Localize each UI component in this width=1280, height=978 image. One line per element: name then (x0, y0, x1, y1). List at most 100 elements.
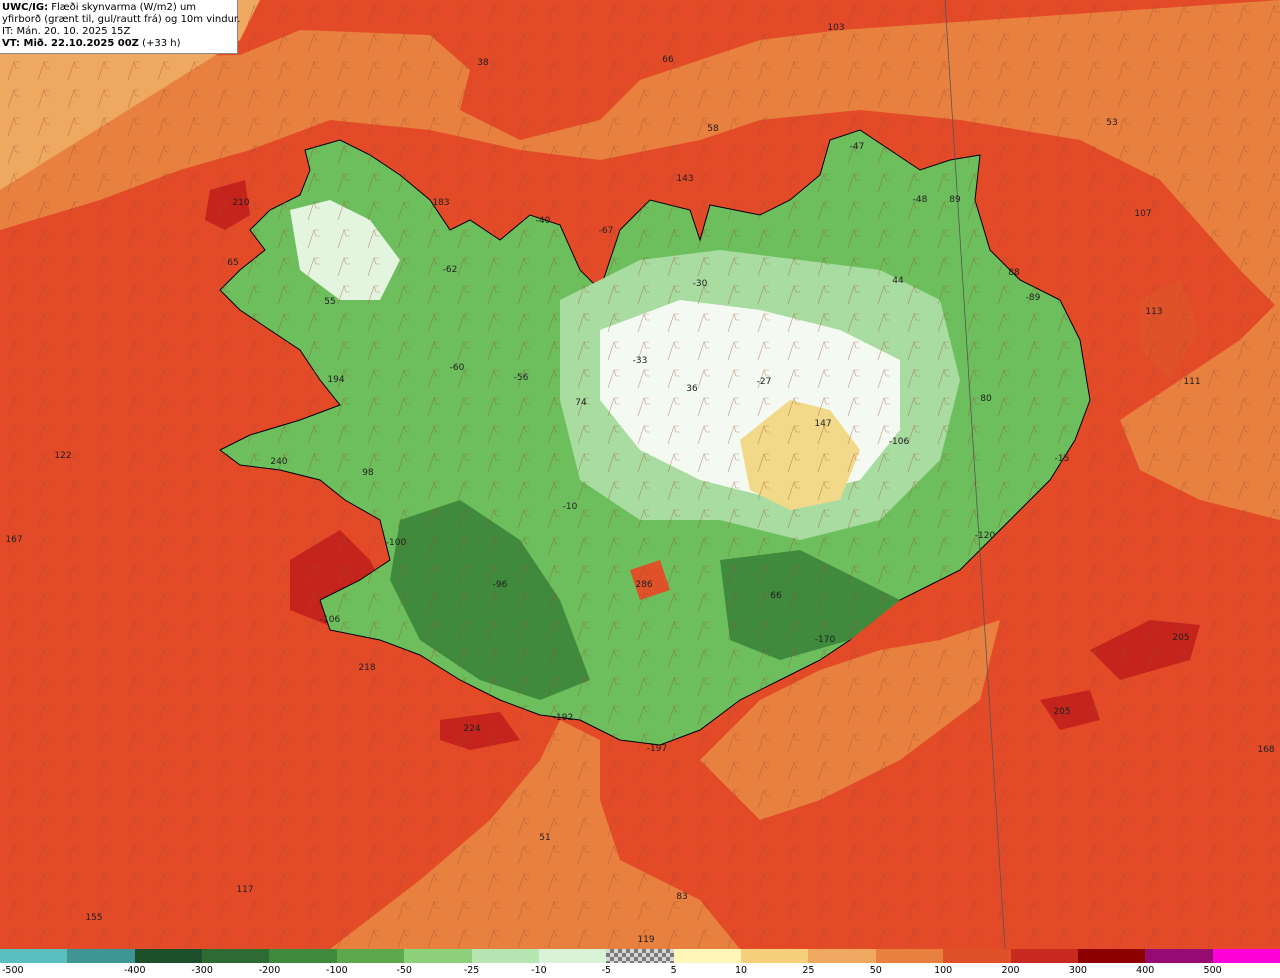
legend-color-cell (808, 949, 877, 963)
flux-value-label: 205 (1053, 707, 1071, 717)
flux-value-label: -96 (492, 580, 508, 590)
legend-color-cell (404, 949, 473, 963)
legend-color-cell (606, 949, 675, 963)
flux-value-label: -192 (552, 713, 574, 723)
flux-value-label: 83 (676, 892, 688, 902)
flux-value-label: -100 (385, 538, 407, 548)
flux-value-label: 224 (463, 724, 481, 734)
flux-value-label: 65 (227, 258, 239, 268)
map-info-box: UWC/IG: Flæði skynvarma (W/m2) um yfirbo… (0, 0, 241, 54)
flux-value-label: 113 (1145, 307, 1163, 317)
legend-color-cell (1077, 949, 1146, 963)
flux-value-label: -10 (562, 502, 578, 512)
flux-value-label: 58 (707, 124, 719, 134)
legend-color-cell (0, 949, 68, 963)
flux-value-label: 107 (1134, 209, 1152, 219)
legend-color-cell (1010, 949, 1079, 963)
flux-value-label: -27 (756, 377, 772, 387)
flux-value-label: 122 (54, 451, 72, 461)
legend-tick-label: 5 (670, 965, 677, 976)
flux-value-label: -170 (814, 635, 836, 645)
flux-value-label: 205 (1172, 633, 1190, 643)
legend-color-cell (202, 949, 270, 963)
legend-color-cell (336, 949, 405, 963)
legend-tick-label: -100 (326, 965, 348, 976)
flux-value-label: 168 (1257, 745, 1275, 755)
valid-time: VT: Mið. 22.10.2025 00Z (2, 38, 139, 49)
flux-value-label: -89 (1025, 293, 1041, 303)
info-line-1: UWC/IG: Flæði skynvarma (W/m2) um (2, 2, 233, 14)
legend-color-cell (1212, 949, 1280, 963)
flux-value-label: 36 (686, 384, 698, 394)
field-title: Flæði skynvarma (W/m2) um (51, 2, 197, 13)
flux-value-label: 38 (477, 58, 489, 68)
field-description: yfirborð (grænt til, gul/rautt frá) og 1… (2, 14, 241, 25)
flux-value-label: 155 (85, 913, 103, 923)
flux-value-label: 80 (980, 394, 992, 404)
flux-value-label: 66 (770, 591, 782, 601)
legend-tick-label: 400 (1136, 965, 1155, 976)
model-label: UWC/IG: (2, 2, 49, 13)
flux-value-label: -106 (888, 437, 910, 447)
flux-value-label: 183 (432, 198, 450, 208)
flux-value-label: 53 (1106, 118, 1118, 128)
legend-tick-label: -10 (531, 965, 547, 976)
legend-tick-label: 25 (802, 965, 815, 976)
legend-tick-label: -50 (396, 965, 412, 976)
flux-value-label: 210 (232, 198, 250, 208)
color-scale-legend: -500 -400 -300 -200 -100 -50 -25 -10 -5 5 10 25 50 10… (0, 949, 1280, 978)
legend-color-cell (741, 949, 809, 963)
flux-value-label: 74 (575, 398, 587, 408)
flux-value-label: -62 (442, 265, 458, 275)
legend-tick-label: -500 (2, 965, 24, 976)
legend-tick-label: -5 (601, 965, 612, 976)
legend-color-cell (269, 949, 338, 963)
flux-value-label: 98 (362, 468, 374, 478)
legend-tick-label: 300 (1068, 965, 1087, 976)
flux-value-label: -120 (974, 531, 996, 541)
flux-value-label: -40 (535, 216, 551, 226)
flux-value-label: -30 (692, 279, 708, 289)
flux-value-label: 194 (327, 375, 345, 385)
legend-color-cell (943, 949, 1012, 963)
flux-value-label: 218 (358, 663, 376, 673)
flux-value-label: 89 (949, 195, 961, 205)
flux-value-label: 240 (270, 457, 288, 467)
legend-color-cell (134, 949, 203, 963)
flux-value-label: 286 (635, 580, 653, 590)
flux-value-label: -56 (513, 373, 529, 383)
flux-value-label: 88 (1008, 268, 1020, 278)
flux-value-label: 143 (676, 174, 694, 184)
flux-value-label: 111 (1183, 377, 1201, 387)
legend-tick-label: 10 (735, 965, 748, 976)
flux-value-label: -48 (912, 195, 928, 205)
legend-tick-label: -25 (463, 965, 480, 976)
legend-tick-label: 500 (1203, 965, 1222, 976)
legend-tick-label: 200 (1001, 965, 1020, 976)
legend-color-cell (471, 949, 540, 963)
legend-color-cell (1145, 949, 1214, 963)
forecast-lead: (+33 h) (142, 38, 181, 49)
legend-color-cell (875, 949, 944, 963)
info-line-4: VT: Mið. 22.10.2025 00Z (+33 h) (2, 38, 233, 50)
flux-value-label: 147 (814, 419, 832, 429)
flux-value-label: 167 (5, 535, 23, 545)
flux-value-label: 66 (662, 55, 674, 65)
legend-tick-label: 100 (934, 965, 953, 976)
flux-value-label: -33 (632, 356, 648, 366)
legend-color-cell (538, 949, 607, 963)
flux-value-label: -67 (598, 226, 614, 236)
legend-color-cell (673, 949, 742, 963)
flux-value-label: -47 (849, 142, 865, 152)
flux-value-label: 44 (892, 276, 904, 286)
flux-value-label: -60 (449, 363, 465, 373)
flux-value-label: 119 (637, 935, 655, 945)
flux-value-label: 103 (827, 23, 845, 33)
flux-value-label: -197 (646, 744, 668, 754)
wind-barbs-overlay (0, 0, 1280, 949)
legend-tick-label: 50 (869, 965, 882, 976)
legend-tick-label: -300 (191, 965, 213, 976)
flux-value-label: -106 (319, 615, 341, 625)
flux-value-label: -15 (1054, 454, 1070, 464)
legend-tick-label: -400 (123, 965, 146, 976)
